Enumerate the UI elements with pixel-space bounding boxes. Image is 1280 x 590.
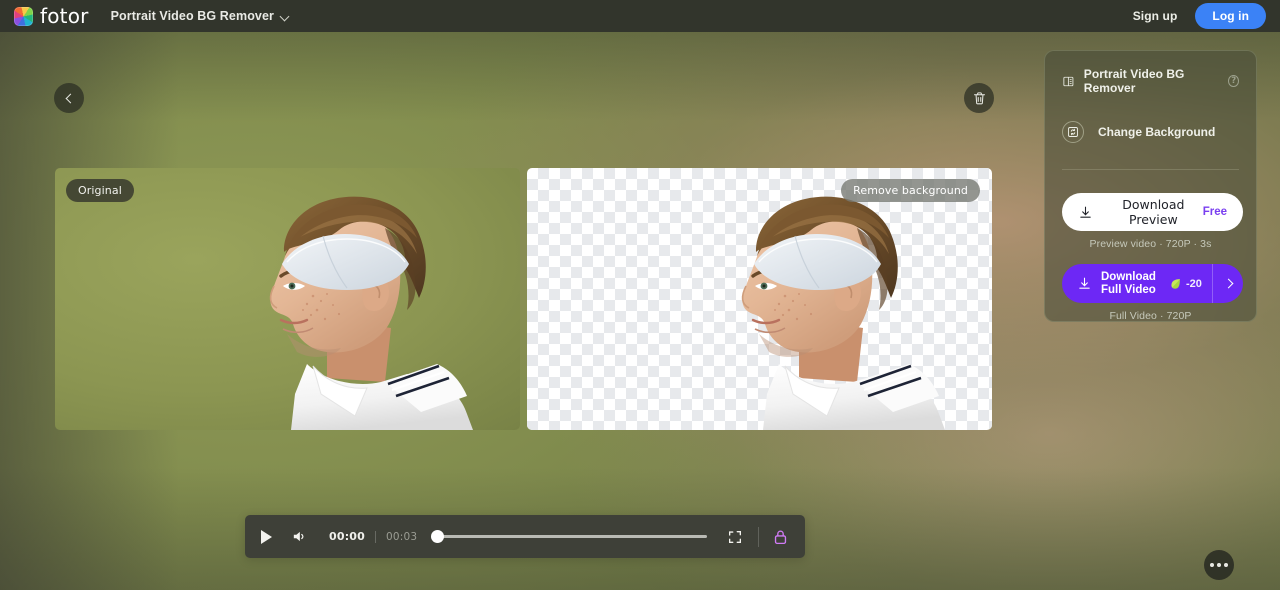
current-time: 00:00 [329,530,366,543]
chevron-left-icon [64,93,74,103]
pane-badge-result: Remove background [841,179,980,202]
more-options-button[interactable] [1204,550,1234,580]
progress-track [440,535,707,538]
volume-button[interactable] [291,528,308,545]
player-separator [758,526,759,547]
volume-on-icon [293,531,304,542]
credit-value: -20 [1186,277,1202,290]
document-title: Portrait Video BG Remover [110,9,275,23]
sidebar-divider [1062,169,1239,170]
download-full-label: Download Full Video [1101,270,1156,296]
lock-button[interactable] [772,528,789,546]
sidebar-title-row: Portrait Video BG Remover ? [1062,67,1239,95]
trash-icon [973,91,985,104]
download-icon [1079,277,1090,289]
play-button[interactable] [261,529,272,544]
change-background-glyph [1068,127,1078,137]
download-options-button[interactable] [1212,264,1243,303]
play-icon [261,529,272,544]
pane-badge-original: Original [66,179,134,202]
brand-logo[interactable]: fotor [14,6,89,26]
sidebar-item-change-background[interactable]: Change Background [1062,121,1239,143]
help-icon[interactable]: ? [1228,75,1239,87]
sidebar-item-label: Change Background [1098,125,1216,139]
back-button[interactable] [54,83,84,113]
download-icon [1080,206,1091,218]
change-background-icon [1062,121,1084,143]
portrait-figure-original [55,168,520,430]
download-preview-caption: Preview video · 720P · 3s [1089,238,1212,250]
portrait-figure-result [527,168,992,430]
download-full-video-button[interactable]: Download Full Video -20 [1062,264,1243,303]
login-button[interactable]: Log in [1195,3,1266,29]
download-preview-button[interactable]: Download Preview Free [1062,193,1243,231]
color-wheel-logo-icon [14,6,33,26]
more-dot-3 [1224,563,1228,567]
fullscreen-button[interactable] [727,529,743,545]
time-separator [375,530,377,543]
workspace-canvas: Original Remove background Portrait Vide… [0,32,1280,590]
portrait-illustration [269,196,473,430]
video-player-controls: 00:00 00:03 [245,515,805,558]
progress-thumb[interactable] [431,530,445,543]
signup-button[interactable]: Sign up [1123,4,1188,28]
app-root: fotor Portrait Video BG Remover Sign up … [0,0,1280,590]
fullscreen-icon [729,530,741,543]
chevron-down-icon [281,12,290,21]
download-preview-label: Download Preview [1122,197,1185,227]
pane-original[interactable]: Original [55,168,520,430]
duration: 00:03 [386,530,418,543]
progress-slider[interactable] [431,530,707,544]
download-full-caption: Full Video · 720P [1109,310,1192,322]
leaf-credit-icon [1171,279,1180,289]
before-after-split-icon [1063,76,1074,86]
top-header: fotor Portrait Video BG Remover Sign up … [0,0,1280,32]
portrait-illustration-cutout [741,196,945,430]
pane-result[interactable]: Remove background [527,168,992,430]
preview-panes: Original Remove background [55,168,992,430]
free-badge: Free [1202,206,1227,218]
more-horizontal-icon [1210,563,1214,567]
delete-button[interactable] [964,83,994,113]
sidebar-title: Portrait Video BG Remover [1083,67,1185,95]
more-dot-2 [1217,563,1221,567]
chevron-right-icon [1224,279,1233,288]
document-title-dropdown[interactable]: Portrait Video BG Remover [111,9,290,23]
credit-cost: -20 [1169,277,1202,290]
tool-sidebar: Portrait Video BG Remover ? Change Backg… [1044,50,1257,322]
lock-icon [774,530,787,544]
brand-name: fotor [40,4,89,28]
